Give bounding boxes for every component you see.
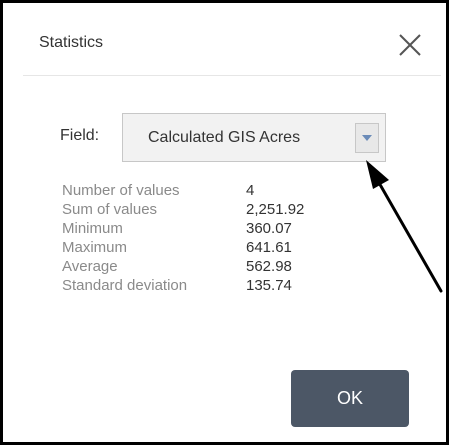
- stat-label: Minimum: [62, 220, 123, 237]
- dialog-title: Statistics: [39, 34, 104, 51]
- field-select[interactable]: Calculated GIS Acres: [122, 113, 386, 162]
- stat-label: Maximum: [62, 239, 128, 256]
- stat-value: 135.74: [246, 277, 292, 294]
- stat-value: 4: [246, 182, 255, 199]
- dialog-title-bar: Statistics: [3, 3, 446, 76]
- statistics-dialog: Statistics Field: Calculated GIS Acres N…: [0, 0, 449, 445]
- field-select-dropdown-button[interactable]: [355, 123, 379, 153]
- ok-button[interactable]: OK: [291, 370, 409, 427]
- stat-label: Sum of values: [62, 201, 158, 218]
- field-select-value: Calculated GIS Acres: [148, 129, 301, 146]
- stat-label: Number of values: [62, 182, 180, 199]
- close-icon[interactable]: [397, 32, 423, 58]
- stat-value: 360.07: [246, 220, 292, 237]
- stat-value: 641.61: [246, 239, 292, 256]
- stat-label: Standard deviation: [62, 277, 188, 294]
- stat-value: 2,251.92: [246, 201, 305, 218]
- title-divider: [23, 75, 441, 76]
- chevron-down-icon: [362, 135, 372, 141]
- stat-label: Average: [62, 258, 118, 275]
- stat-value: 562.98: [246, 258, 292, 275]
- field-label: Field:: [60, 127, 100, 144]
